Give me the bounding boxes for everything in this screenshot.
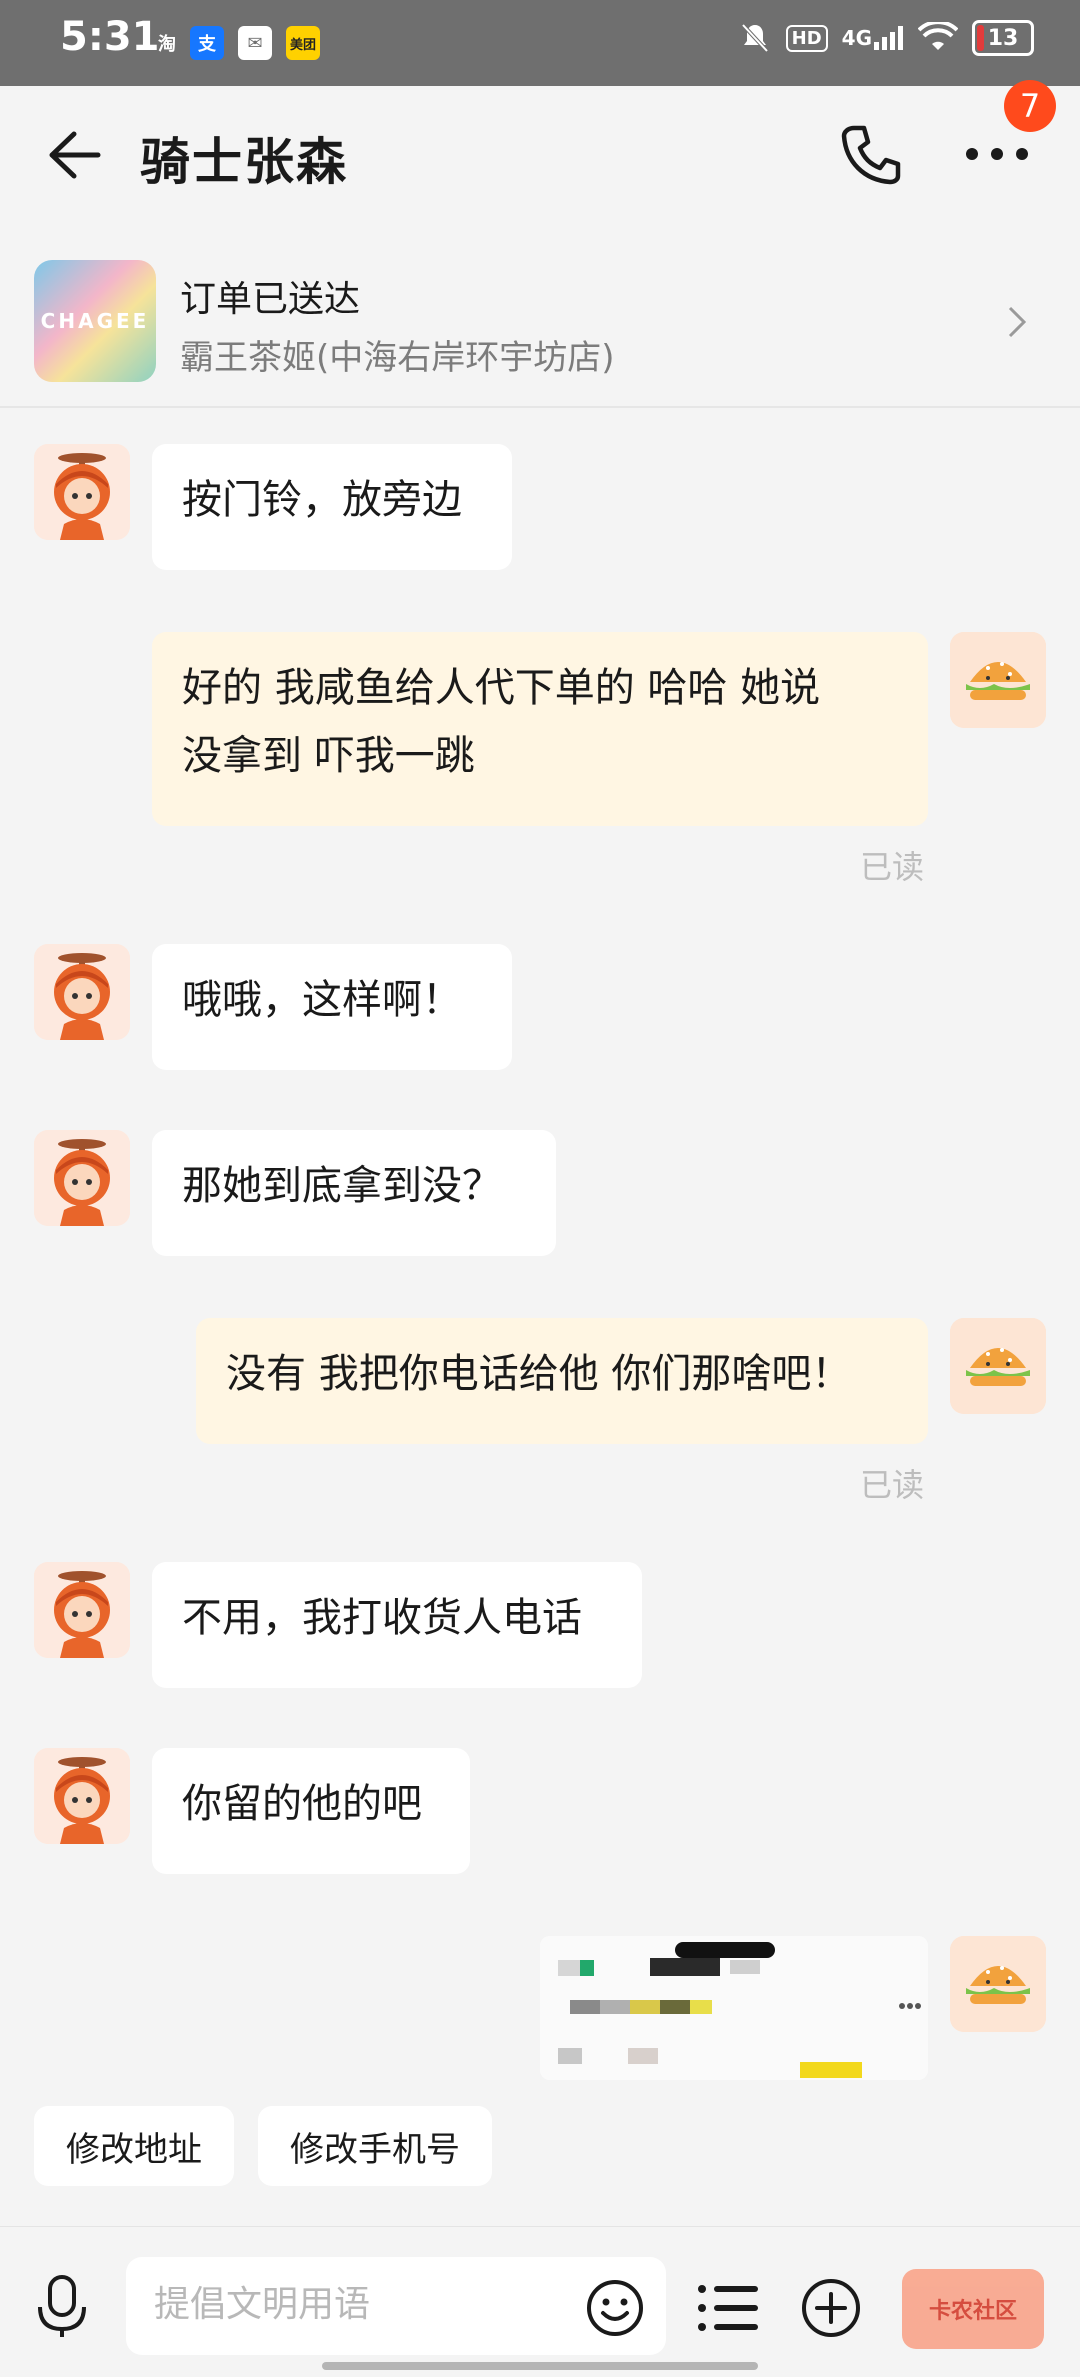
message-text: 按门铃，放旁边 <box>182 477 462 523</box>
network-label: 4G <box>841 26 872 50</box>
taobao-icon: 淘 <box>158 34 176 55</box>
message-text: 你留的他的吧 <box>182 1781 422 1827</box>
notification-badge: 7 <box>1004 80 1056 132</box>
mute-bell-icon <box>741 23 769 53</box>
message-text-line: 没拿到 吓我一跳 <box>182 733 475 779</box>
read-receipt: 已读 <box>860 1466 925 1504</box>
message-input[interactable] <box>152 2283 576 2326</box>
message-text: 不用，我打收货人电话 <box>182 1595 582 1641</box>
hd-badge: HD <box>785 24 828 52</box>
rider-avatar[interactable] <box>34 444 130 540</box>
meituan-icon: 美团 <box>286 26 320 60</box>
message-input-field[interactable] <box>126 2257 666 2355</box>
battery-icon: 13 <box>972 20 1034 56</box>
back-arrow-icon[interactable] <box>40 122 106 188</box>
status-time: 5:31 <box>60 14 160 60</box>
mail-icon: ✉ <box>238 26 272 60</box>
quick-phrases-icon[interactable] <box>696 2279 760 2337</box>
rider-avatar[interactable] <box>34 944 130 1040</box>
rider-avatar[interactable] <box>34 1748 130 1844</box>
edit-phone-label: 修改手机号 <box>290 2129 460 2170</box>
rider-avatar[interactable] <box>34 1130 130 1226</box>
message-bubble[interactable]: 哦哦，这样啊！ <box>152 944 512 1070</box>
user-avatar[interactable] <box>950 1318 1046 1414</box>
user-avatar[interactable] <box>950 1936 1046 2032</box>
order-status: 订单已送达 <box>180 279 361 320</box>
phone-call-icon[interactable] <box>836 120 906 190</box>
blurred-screenshot-thumbnail <box>540 1936 928 2080</box>
home-indicator[interactable] <box>322 2362 758 2370</box>
message-text: 哦哦，这样啊！ <box>182 977 462 1023</box>
voice-input-icon[interactable] <box>30 2271 94 2341</box>
read-receipt: 已读 <box>860 848 925 886</box>
signal-icon <box>874 26 903 50</box>
rider-avatar[interactable] <box>34 1562 130 1658</box>
page-title: 骑士张森 <box>140 133 348 191</box>
emoji-icon[interactable] <box>586 2279 644 2337</box>
network-type: 4G <box>842 26 904 50</box>
status-bar: 5:31 淘 支 ✉ 美团 HD 4G 13 <box>0 0 1080 86</box>
user-avatar[interactable] <box>950 632 1046 728</box>
order-card[interactable]: CHAGEE 订单已送达 霸王茶姬(中海右岸环宇坊店) <box>0 226 1080 408</box>
message-bubble[interactable]: 好的 我咸鱼给人代下单的 哈哈 她说 没拿到 吓我一跳 <box>152 632 928 826</box>
edit-address-label: 修改地址 <box>66 2129 202 2170</box>
chevron-right-icon <box>1008 306 1027 338</box>
store-name: 霸王茶姬(中海右岸环宇坊店) <box>180 338 615 378</box>
add-more-icon[interactable] <box>800 2277 862 2339</box>
message-bubble[interactable]: 你留的他的吧 <box>152 1748 470 1874</box>
message-text: 没有 我把你电话给他 你们那啥吧！ <box>226 1351 852 1397</box>
alipay-icon: 支 <box>190 26 224 60</box>
message-text: 那她到底拿到没？ <box>182 1163 502 1209</box>
wifi-icon <box>918 22 958 50</box>
message-bubble[interactable]: 那她到底拿到没？ <box>152 1130 556 1256</box>
message-bubble[interactable]: 没有 我把你电话给他 你们那啥吧！ <box>196 1318 928 1444</box>
watermark-logo: 卡农社区 <box>902 2269 1044 2349</box>
edit-address-button[interactable]: 修改地址 <box>34 2106 234 2186</box>
message-text-line: 好的 我咸鱼给人代下单的 哈哈 她说 <box>182 665 821 711</box>
more-options-icon[interactable] <box>962 134 1032 174</box>
image-message[interactable] <box>540 1936 928 2080</box>
edit-phone-button[interactable]: 修改手机号 <box>258 2106 492 2186</box>
battery-level: 13 <box>987 25 1019 51</box>
store-logo: CHAGEE <box>34 260 156 382</box>
message-bubble[interactable]: 不用，我打收货人电话 <box>152 1562 642 1688</box>
message-bubble[interactable]: 按门铃，放旁边 <box>152 444 512 570</box>
message-input-bar: 卡农社区 <box>0 2226 1080 2377</box>
chat-header: 骑士张森 7 <box>0 80 1080 226</box>
